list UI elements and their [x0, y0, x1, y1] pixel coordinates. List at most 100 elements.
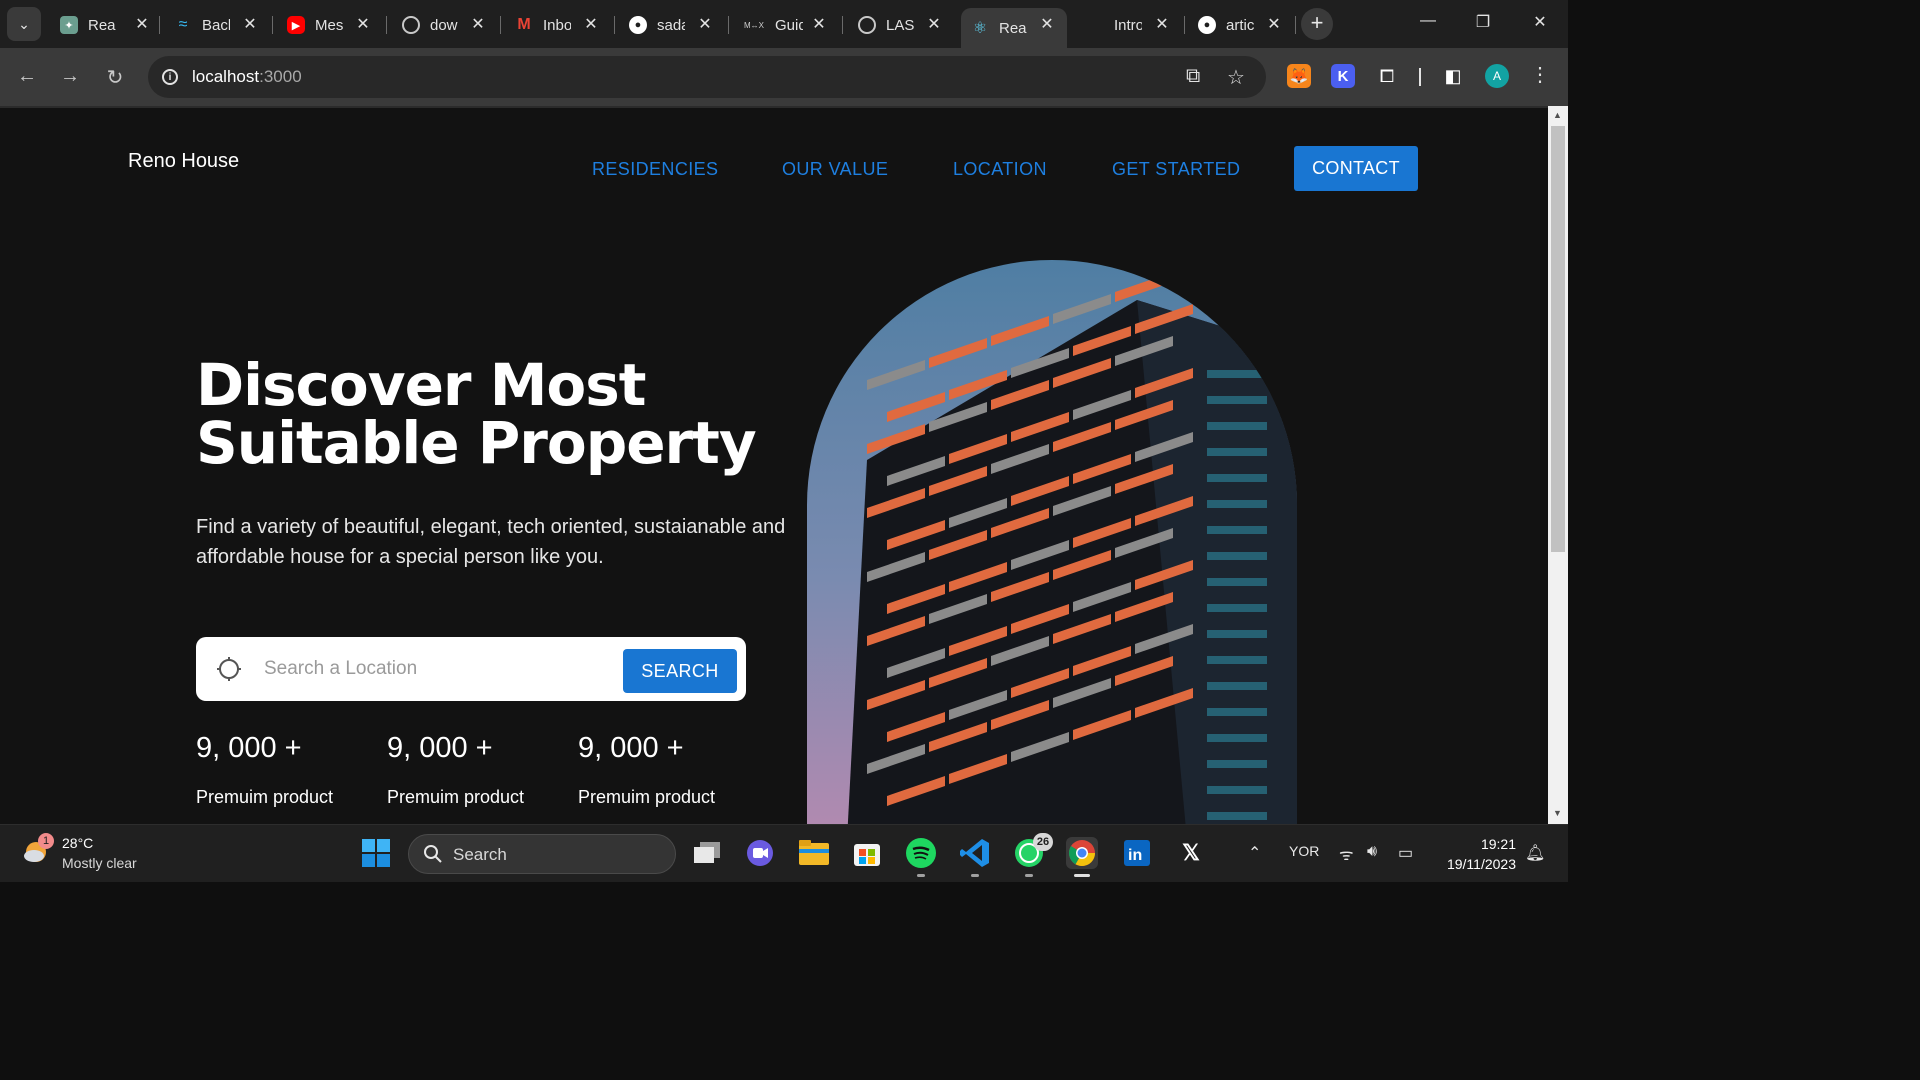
metamask-icon[interactable]: 🦊: [1287, 64, 1311, 88]
taskbar-search[interactable]: Search: [408, 834, 676, 874]
microsoft-store-icon[interactable]: [851, 837, 883, 869]
nav-get-started[interactable]: GET STARTED: [1112, 159, 1240, 180]
brand-logo[interactable]: Reno House: [128, 150, 239, 173]
windows-start-icon[interactable]: [360, 837, 392, 869]
notification-bell-icon[interactable]: 🔔︎: [1525, 843, 1545, 863]
profile-avatar[interactable]: A: [1485, 64, 1509, 88]
close-window-button[interactable]: ✕: [1525, 12, 1555, 32]
weather-condition: Mostly clear: [62, 855, 137, 871]
restore-button[interactable]: ❐: [1468, 12, 1498, 32]
system-clock[interactable]: 19:21 19/11/2023: [1436, 834, 1516, 874]
back-button[interactable]: ←: [14, 65, 40, 88]
battery-icon[interactable]: ▭: [1398, 843, 1413, 863]
weather-widget[interactable]: 1 28°C Mostly clear: [22, 833, 137, 872]
show-hidden-icons-chevron-up-icon[interactable]: ⌃: [1248, 843, 1261, 863]
address-bar[interactable]: i localhost:3000 ⧉ ☆: [148, 56, 1266, 98]
running-indicator: [1025, 874, 1033, 877]
tab-title: LAST: [886, 16, 914, 34]
close-icon[interactable]: ✕: [924, 15, 944, 35]
tab-title: Guide: [775, 16, 803, 34]
close-icon[interactable]: ✕: [1037, 15, 1057, 35]
browser-toolbar: ← → ↻ i localhost:3000 ⧉ ☆ 🦊 K ⧠ ◧ A ⋮: [0, 48, 1568, 106]
close-icon[interactable]: ✕: [353, 15, 373, 35]
volume-icon[interactable]: 🔊︎: [1367, 843, 1377, 861]
wifi-icon[interactable]: ᯤ: [1339, 843, 1354, 865]
nav-our-value[interactable]: OUR VALUE: [782, 159, 888, 180]
search-button[interactable]: SEARCH: [623, 649, 737, 693]
running-indicator: [917, 874, 925, 877]
globe-icon: [858, 16, 876, 34]
tab-divider: [1295, 16, 1296, 34]
reload-button[interactable]: ↻: [102, 65, 128, 90]
install-app-icon[interactable]: ⧉: [1186, 65, 1200, 88]
close-icon[interactable]: ✕: [468, 15, 488, 35]
tab-divider: [386, 16, 387, 34]
browser-tab-active[interactable]: ⚛ React ✕: [961, 8, 1067, 48]
tab-title: Intro: [1114, 16, 1142, 34]
forward-button[interactable]: →: [57, 65, 83, 88]
close-icon[interactable]: ✕: [581, 15, 601, 35]
browser-tab[interactable]: M Inbox ✕: [515, 8, 601, 42]
x-twitter-icon[interactable]: 𝕏: [1175, 837, 1207, 869]
nav-residencies[interactable]: RESIDENCIES: [592, 159, 718, 180]
browser-tab[interactable]: ● sadat ✕: [629, 8, 715, 42]
extension-k-icon[interactable]: K: [1331, 64, 1355, 88]
site-info-icon[interactable]: i: [158, 65, 182, 89]
close-icon[interactable]: ✕: [695, 15, 715, 35]
contact-button[interactable]: CONTACT: [1294, 146, 1418, 191]
close-icon[interactable]: ✕: [1152, 15, 1172, 35]
svg-text:in: in: [1128, 847, 1142, 864]
browser-tab[interactable]: Intro ✕: [1086, 8, 1172, 42]
stat-value: 9, 000 +: [387, 732, 493, 764]
close-icon[interactable]: ✕: [132, 15, 152, 35]
clock-time: 19:21: [1480, 836, 1516, 852]
close-icon[interactable]: ✕: [809, 15, 829, 35]
teams-chat-icon[interactable]: [744, 837, 776, 869]
side-panel-icon[interactable]: ◧: [1441, 64, 1465, 88]
task-view-icon[interactable]: [691, 837, 723, 869]
tab-title: React: [999, 19, 1027, 37]
nav-location[interactable]: LOCATION: [953, 159, 1047, 180]
browser-tab[interactable]: ● article ✕: [1198, 8, 1284, 42]
browser-tab[interactable]: ✦ React ✕: [60, 8, 152, 42]
browser-menu-icon[interactable]: ⋮: [1530, 62, 1550, 87]
bookmark-star-icon[interactable]: ☆: [1227, 65, 1245, 90]
whatsapp-icon[interactable]: 26: [1013, 833, 1053, 877]
minimize-button[interactable]: —: [1413, 12, 1443, 30]
new-tab-button[interactable]: +: [1301, 8, 1333, 40]
file-explorer-icon[interactable]: [798, 837, 830, 869]
stat-item: 9, 000 + Premuim product: [387, 732, 557, 808]
url-text[interactable]: localhost:3000: [192, 67, 302, 87]
react-icon: ⚛: [972, 20, 988, 37]
page-scrollbar[interactable]: ▲ ▼: [1548, 106, 1568, 824]
stat-label: Premuim product: [387, 787, 525, 807]
hero-title-line-2: Suitable Property: [196, 409, 757, 477]
browser-tab[interactable]: ▶ Messages ✕: [287, 8, 373, 42]
windows-taskbar: 1 28°C Mostly clear Search 26 in 𝕏 ⌃ YOR…: [0, 824, 1568, 882]
tab-divider: [500, 16, 501, 34]
vscode-icon[interactable]: [959, 837, 991, 877]
close-icon[interactable]: ✕: [240, 15, 260, 35]
browser-tab[interactable]: ≈ Backend ✕: [174, 8, 260, 42]
extensions-puzzle-icon[interactable]: ⧠: [1375, 64, 1399, 88]
stat-item: 9, 000 + Premuim product: [196, 732, 366, 808]
chevron-down-icon: ⌄: [18, 15, 30, 32]
github-icon: ●: [629, 16, 647, 34]
browser-tab[interactable]: download ✕: [402, 8, 488, 42]
scroll-down-icon[interactable]: ▼: [1553, 808, 1562, 818]
linkedin-icon[interactable]: in: [1121, 837, 1153, 869]
tab-divider: [1184, 16, 1185, 34]
browser-tab[interactable]: M↔X Guide ✕: [743, 8, 829, 42]
browser-tab[interactable]: LAST ✕: [858, 8, 944, 42]
browser-tab-strip: ⌄ ✦ React ✕ ≈ Backend ✕ ▶ Messages ✕ dow…: [0, 0, 1568, 48]
scroll-up-icon[interactable]: ▲: [1553, 110, 1562, 120]
location-search-bar: SEARCH: [196, 637, 746, 701]
chrome-icon[interactable]: [1066, 837, 1098, 877]
tab-title: article: [1226, 16, 1254, 34]
language-indicator[interactable]: YOR: [1289, 843, 1319, 859]
close-icon[interactable]: ✕: [1264, 15, 1284, 35]
tab-search-button[interactable]: ⌄: [7, 7, 41, 41]
scrollbar-thumb[interactable]: [1551, 126, 1565, 552]
spotify-icon[interactable]: [905, 837, 937, 877]
location-search-input[interactable]: [264, 655, 594, 683]
